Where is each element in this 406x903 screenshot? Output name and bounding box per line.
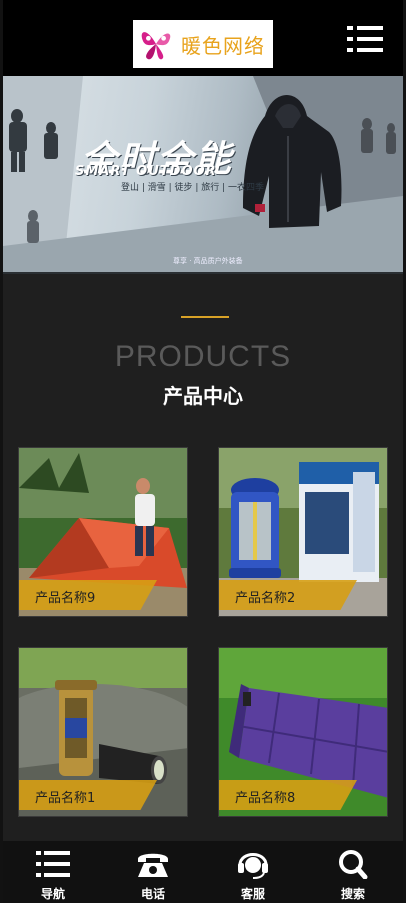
- logo[interactable]: 暖色网络: [133, 20, 273, 68]
- nav-item-phone[interactable]: 电话: [103, 841, 203, 903]
- nav-item-menu[interactable]: 导航: [3, 841, 103, 903]
- hero-banner[interactable]: 全时全能 SMART OUTDOOR 登山 | 滑雪 | 徒步 | 旅行 | 一…: [3, 76, 403, 274]
- header: 暖色网络: [3, 0, 403, 76]
- banner-subtitle: SMART OUTDOOR: [75, 164, 217, 179]
- nav-item-support[interactable]: 客服: [203, 841, 303, 903]
- product-card[interactable]: 产品名称8: [218, 647, 388, 817]
- nav-item-search[interactable]: 搜索: [303, 841, 403, 903]
- menu-icon: [347, 26, 353, 30]
- product-label: 产品名称9: [19, 580, 157, 610]
- product-label: 产品名称1: [19, 780, 157, 810]
- headset-icon: [238, 853, 268, 879]
- product-name: 产品名称2: [235, 591, 296, 606]
- nav-label: 导航: [40, 887, 65, 901]
- menu-icon-bar: [357, 37, 383, 41]
- logo-text: 暖色网络: [181, 33, 265, 58]
- product-label: 产品名称2: [219, 580, 357, 610]
- product-name: 产品名称9: [35, 591, 96, 606]
- butterfly-logo-icon: [141, 32, 171, 60]
- product-name: 产品名称1: [35, 791, 96, 806]
- nav-label: 搜索: [340, 887, 365, 901]
- product-name: 产品名称8: [235, 791, 296, 806]
- list-icon: [36, 851, 70, 877]
- banner-tags: 登山 | 滑雪 | 徒步 | 旅行 | 一衣四季: [121, 183, 265, 193]
- menu-icon-bar: [357, 48, 383, 52]
- nav-label: 客服: [240, 887, 265, 901]
- product-card[interactable]: 产品名称9: [18, 447, 188, 617]
- section-title-cn[interactable]: 产品中心: [3, 380, 403, 409]
- section-divider: [181, 316, 229, 318]
- search-icon: [339, 850, 368, 879]
- menu-button[interactable]: [347, 26, 383, 52]
- menu-icon-bar: [357, 26, 383, 30]
- menu-icon-bar: [347, 37, 353, 41]
- page: 暖色网络 全时全能 SMART OUTDOOR 登山 | 滑雪 | 徒步 | 旅…: [0, 0, 406, 903]
- product-card[interactable]: 产品名称1: [18, 647, 188, 817]
- bottom-nav: 导航 电话 客服 搜索: [3, 841, 403, 903]
- product-card[interactable]: 产品名称2: [218, 447, 388, 617]
- product-label: 产品名称8: [219, 780, 357, 810]
- section-title-en: PRODUCTS: [114, 340, 292, 373]
- menu-icon-bar: [347, 48, 353, 52]
- phone-icon: [138, 853, 168, 877]
- nav-label: 电话: [140, 887, 165, 901]
- banner-caption: 尊享 · 高品质户外装备: [173, 257, 243, 265]
